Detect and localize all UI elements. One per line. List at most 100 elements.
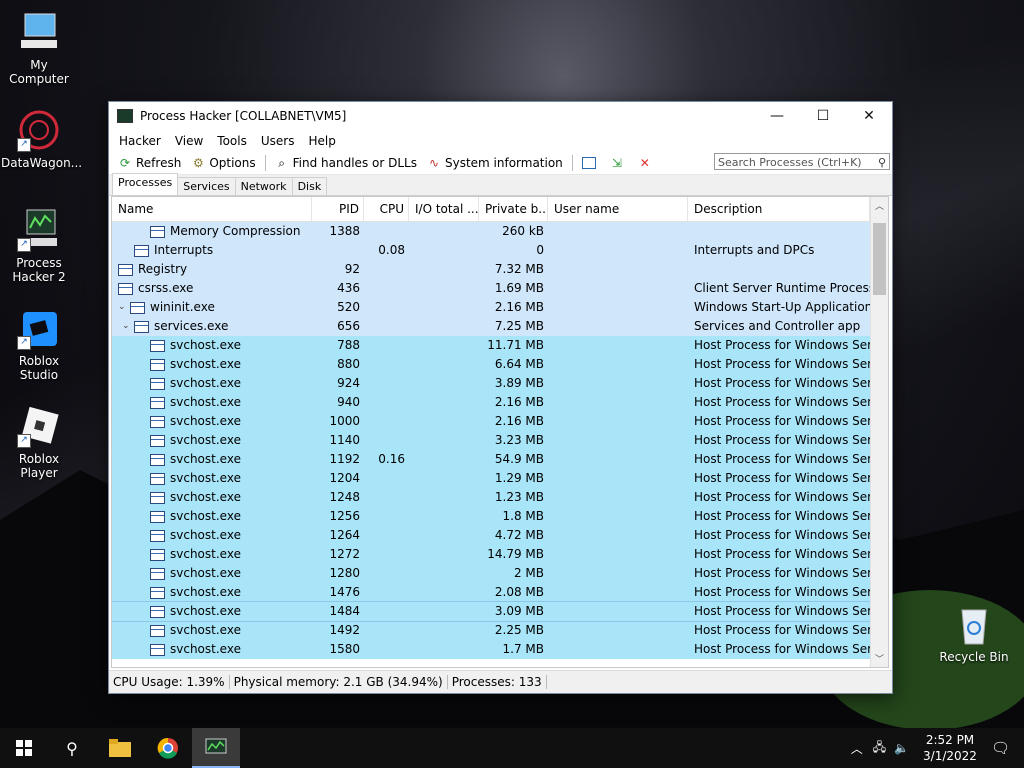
- window-view-button[interactable]: [577, 157, 605, 169]
- tab-network[interactable]: Network: [234, 177, 293, 195]
- chevron-down-icon[interactable]: ⌄: [118, 298, 130, 317]
- table-row[interactable]: ⌄ services.exe 656 7.25 MB Services and Cont…: [112, 317, 888, 336]
- table-row[interactable]: svchost.exe 1264 4.72 MB Host Process for W…: [112, 526, 888, 545]
- search-icon: ⚲: [877, 156, 886, 169]
- table-row[interactable]: svchost.exe 1476 2.08 MB Host Process for W…: [112, 583, 888, 602]
- process-user-name: [548, 241, 688, 260]
- column-name[interactable]: Name: [112, 197, 312, 221]
- vertical-scrollbar[interactable]: ︿ ﹀: [870, 197, 888, 667]
- menu-help[interactable]: Help: [301, 134, 342, 148]
- process-private-bytes: 1.7 MB: [502, 642, 544, 656]
- table-row[interactable]: svchost.exe 1000 2.16 MB Host Process for W…: [112, 412, 888, 431]
- column-io-total[interactable]: I/O total ...: [409, 197, 479, 221]
- process-count-status: Processes: 133: [448, 675, 547, 689]
- recycle-bin-icon: [952, 602, 996, 646]
- system-information-button[interactable]: ∿ System information: [422, 156, 568, 170]
- table-row[interactable]: svchost.exe 1248 1.23 MB Host Process for W…: [112, 488, 888, 507]
- tab-processes[interactable]: Processes: [112, 173, 179, 195]
- maximize-button[interactable]: ☐: [800, 102, 846, 130]
- table-row[interactable]: svchost.exe 1192 0.16 54.9 MB Host Process f…: [112, 450, 888, 469]
- process-pid: 1264: [329, 528, 360, 542]
- title-bar[interactable]: Process Hacker [COLLABNET\VM5] — ☐ ✕: [109, 102, 892, 130]
- process-cpu: [364, 431, 409, 450]
- process-cpu: [364, 621, 409, 640]
- desktop-icon-datawagon[interactable]: ↗ DataWagon...: [1, 108, 82, 170]
- network-icon[interactable]: 🖧: [873, 738, 886, 759]
- process-hacker-taskbar-button[interactable]: [192, 728, 240, 768]
- desktop-icon-process-hacker[interactable]: ↗ Process Hacker 2: [1, 208, 77, 284]
- table-row[interactable]: csrss.exe 436 1.69 MB Client Server Runtime…: [112, 279, 888, 298]
- process-description: Interrupts and DPCs: [694, 243, 815, 257]
- desktop-icon-my-computer[interactable]: My Computer: [1, 10, 77, 86]
- process-user-name: [548, 545, 688, 564]
- tab-disk[interactable]: Disk: [291, 177, 328, 195]
- table-row[interactable]: svchost.exe 1484 3.09 MB Host Process for W…: [112, 601, 888, 622]
- desktop-icon-recycle-bin[interactable]: Recycle Bin: [936, 602, 1012, 664]
- red-x-icon: ✕: [639, 156, 650, 170]
- column-description[interactable]: Description: [688, 197, 870, 221]
- table-row[interactable]: Memory Compression 1388 260 kB: [112, 222, 888, 241]
- scrollbar-thumb[interactable]: [873, 223, 886, 295]
- process-name: svchost.exe: [170, 604, 241, 618]
- find-handles-button[interactable]: ⌕ Find handles or DLLs: [270, 156, 422, 170]
- notification-icon[interactable]: 🗨: [991, 739, 1010, 757]
- table-row[interactable]: svchost.exe 1492 2.25 MB Host Process for W…: [112, 621, 888, 640]
- roblox-studio-icon: ↗: [17, 306, 61, 350]
- go-to-button[interactable]: ⇲: [605, 156, 633, 170]
- process-icon: [150, 605, 165, 618]
- chevron-down-icon[interactable]: ⌄: [122, 317, 134, 336]
- column-user-name[interactable]: User name: [548, 197, 688, 221]
- desktop-icon-roblox-player[interactable]: ↗ Roblox Player: [1, 404, 77, 480]
- table-row[interactable]: svchost.exe 940 2.16 MB Host Process for Wi…: [112, 393, 888, 412]
- table-row[interactable]: Registry 92 7.32 MB: [112, 260, 888, 279]
- menu-users[interactable]: Users: [254, 134, 302, 148]
- scroll-up-icon[interactable]: ︿: [871, 199, 888, 212]
- desktop-icon-roblox-studio[interactable]: ↗ Roblox Studio: [1, 306, 77, 382]
- toolbar-separator: [571, 155, 573, 171]
- process-name: svchost.exe: [170, 623, 241, 637]
- process-cpu: [364, 412, 409, 431]
- menu-view[interactable]: View: [168, 134, 210, 148]
- refresh-button[interactable]: ⟳ Refresh: [113, 156, 186, 170]
- process-description: [688, 222, 870, 241]
- scroll-down-icon[interactable]: ﹀: [871, 652, 888, 665]
- table-row[interactable]: svchost.exe 1280 2 MB Host Process for Wind…: [112, 564, 888, 583]
- table-row[interactable]: svchost.exe 1272 14.79 MB Host Process for …: [112, 545, 888, 564]
- table-row[interactable]: svchost.exe 1256 1.8 MB Host Process for Wi…: [112, 507, 888, 526]
- search-input[interactable]: Search Processes (Ctrl+K) ⚲: [714, 153, 890, 170]
- file-explorer-button[interactable]: [96, 728, 144, 768]
- options-button[interactable]: ⚙ Options: [186, 156, 260, 170]
- process-cpu: 0.08: [378, 243, 405, 257]
- chevron-up-icon[interactable]: ︿: [851, 740, 863, 757]
- table-row[interactable]: Interrupts 0.08 0 Interrupts and DPCs: [112, 241, 888, 260]
- process-pid: 656: [337, 319, 360, 333]
- minimize-button[interactable]: —: [754, 102, 800, 130]
- column-private-bytes[interactable]: Private b...: [479, 197, 548, 221]
- table-row[interactable]: svchost.exe 1580 1.7 MB Host Process for Wi…: [112, 640, 888, 659]
- clock[interactable]: 2:52 PM 3/1/2022: [923, 732, 977, 764]
- gear-icon: ⚙: [192, 156, 204, 170]
- close-button[interactable]: ✕: [846, 102, 892, 130]
- table-row[interactable]: svchost.exe 1140 3.23 MB Host Process for W…: [112, 431, 888, 450]
- column-pid[interactable]: PID: [312, 197, 364, 221]
- table-row[interactable]: svchost.exe 880 6.64 MB Host Process for Wi…: [112, 355, 888, 374]
- search-button[interactable]: ⚲: [48, 728, 96, 768]
- process-user-name: [548, 526, 688, 545]
- column-cpu[interactable]: CPU: [364, 197, 409, 221]
- process-name: svchost.exe: [170, 471, 241, 485]
- start-button[interactable]: [0, 728, 48, 768]
- process-hacker-window: Process Hacker [COLLABNET\VM5] — ☐ ✕ Hac…: [108, 101, 893, 694]
- tab-services[interactable]: Services: [177, 177, 236, 195]
- process-private-bytes: 1.8 MB: [502, 509, 544, 523]
- menu-tools[interactable]: Tools: [210, 134, 254, 148]
- process-name: svchost.exe: [170, 433, 241, 447]
- table-row[interactable]: svchost.exe 788 11.71 MB Host Process for W…: [112, 336, 888, 355]
- chrome-button[interactable]: [144, 728, 192, 768]
- table-row[interactable]: svchost.exe 1204 1.29 MB Host Process for W…: [112, 469, 888, 488]
- menu-hacker[interactable]: Hacker: [112, 134, 168, 148]
- table-row[interactable]: ⌄ wininit.exe 520 2.16 MB Windows Start-Up A…: [112, 298, 888, 317]
- terminate-button[interactable]: ✕: [633, 156, 661, 170]
- process-description: Host Process for Windows Ser...: [694, 642, 870, 656]
- table-row[interactable]: svchost.exe 924 3.89 MB Host Process for Wi…: [112, 374, 888, 393]
- volume-icon[interactable]: 🔈: [894, 741, 909, 755]
